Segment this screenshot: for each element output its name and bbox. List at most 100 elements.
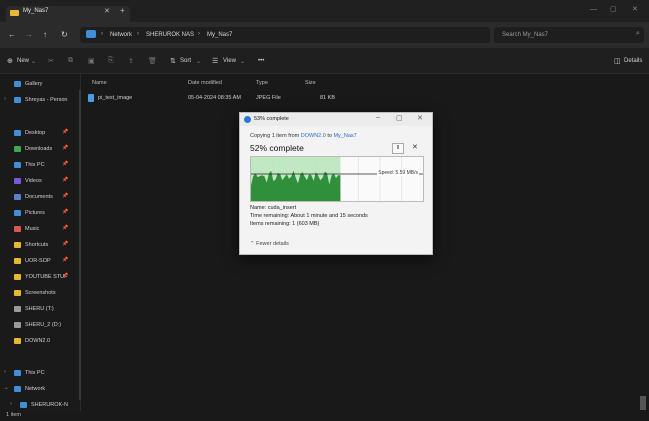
sidebar-item[interactable]: YOUTUBE STUF 📌 (0, 271, 80, 285)
download-icon (14, 146, 21, 152)
dropdown-icon[interactable]: ⌄ (196, 58, 201, 65)
network-icon (86, 30, 96, 38)
music-icon (14, 226, 21, 232)
paste-icon[interactable]: ▣ (88, 57, 95, 65)
sidebar-item[interactable]: Videos 📌 (0, 175, 80, 189)
breadcrumb-network[interactable]: Network (110, 32, 132, 38)
pin-icon: 📌 (62, 161, 69, 167)
table-row[interactable]: pi_test_image 05-04-2024 08:35 AM JPEG F… (82, 93, 642, 105)
sidebar-item[interactable]: Music 📌 (0, 223, 80, 237)
items-remaining: Items remaining: 1 (603 MB) (250, 221, 320, 227)
sidebar-item-label: SHERU_2 (D:) (25, 322, 62, 328)
folder-icon (14, 338, 21, 344)
pause-button[interactable]: II (392, 143, 404, 154)
share-icon[interactable]: ⇪ (128, 57, 134, 65)
more-options-button[interactable]: ••• (258, 58, 264, 64)
expand-chevron-icon[interactable]: ⌄ (4, 385, 9, 391)
maximize-icon[interactable]: ▢ (396, 114, 403, 122)
expand-chevron-icon[interactable]: › (4, 369, 6, 375)
view-button[interactable]: View (223, 58, 236, 64)
copy-icon (244, 116, 251, 123)
column-header-size[interactable]: Size (305, 80, 316, 86)
video-icon (14, 178, 21, 184)
close-tab-icon[interactable]: ✕ (104, 7, 110, 15)
sidebar-item[interactable]: Screenshots (0, 287, 80, 301)
pin-icon: 📌 (62, 241, 69, 247)
view-icon[interactable]: ☰ (212, 57, 218, 65)
details-pane-icon[interactable]: ◫ (614, 57, 621, 65)
sidebar-item-label: Videos (25, 178, 42, 184)
sidebar-item[interactable]: SHERU (T:) (0, 303, 80, 317)
pin-icon: 📌 (62, 193, 69, 199)
command-bar (0, 49, 649, 74)
minimize-icon[interactable]: – (376, 114, 380, 121)
transfer-speed-graph: Speed: 5.59 MB/s (250, 156, 424, 202)
source-link[interactable]: DOWN2.0 (301, 133, 326, 139)
new-tab-icon[interactable]: + (120, 6, 125, 15)
column-header-date[interactable]: Date modified (188, 80, 222, 86)
sidebar-item[interactable]: This PC 📌 (0, 159, 80, 173)
file-name: pi_test_image (98, 95, 133, 101)
sidebar-item[interactable]: Documents 📌 (0, 191, 80, 205)
close-icon[interactable]: ✕ (417, 114, 423, 122)
folder-icon (14, 242, 21, 248)
sidebar-item[interactable]: Downloads 📌 (0, 143, 80, 157)
pin-icon: 📌 (62, 177, 69, 183)
gallery-icon (14, 81, 21, 87)
folder-icon (14, 290, 21, 296)
minimize-icon[interactable]: — (590, 6, 597, 13)
pc-icon (14, 162, 21, 168)
sidebar-item-label: Gallery (25, 81, 43, 87)
maximize-icon[interactable]: ▢ (610, 5, 617, 13)
cancel-icon[interactable]: ✕ (412, 143, 418, 151)
scrollbar-thumb[interactable] (640, 396, 646, 410)
cloud-icon (14, 97, 21, 103)
dropdown-icon[interactable]: ⌄ (240, 58, 245, 65)
fewer-details-label: Fewer details (256, 241, 289, 247)
expand-chevron-icon[interactable]: › (4, 96, 6, 102)
sidebar-item-label: UOR-SOP (25, 258, 51, 264)
destination-link[interactable]: My_Nas7 (333, 133, 356, 139)
sidebar-item[interactable]: SHERU_2 (D:) (0, 319, 80, 333)
breadcrumb-nas[interactable]: SHERUROK NAS (146, 32, 194, 38)
sidebar-item[interactable]: Gallery (0, 78, 80, 92)
sidebar-scrollbar[interactable] (79, 90, 81, 400)
expand-chevron-icon[interactable]: › (10, 401, 12, 407)
sidebar-item[interactable]: Pictures 📌 (0, 207, 80, 221)
column-header-type[interactable]: Type (256, 80, 268, 86)
sidebar-item-label: Network (25, 386, 46, 392)
sidebar-item[interactable]: DOWN2.0 (0, 335, 80, 349)
column-header-name[interactable]: Name (92, 80, 107, 86)
dialog-title-bar: 53% complete – ▢ ✕ (240, 113, 432, 126)
status-bar (0, 411, 649, 421)
details-button[interactable]: Details (624, 58, 642, 64)
sidebar-item[interactable]: Network ⌄ (0, 383, 80, 397)
file-type: JPEG File (256, 95, 281, 101)
sidebar-item[interactable]: This PC › (0, 367, 80, 381)
documents-icon (14, 194, 21, 200)
chevron-up-icon: ⌃ (250, 241, 255, 247)
sidebar-item-label: Desktop (25, 130, 46, 136)
fewer-details-button[interactable]: ⌃ Fewer details (250, 241, 289, 247)
copy-progress-dialog: 53% complete – ▢ ✕ Copying 1 item from D… (239, 112, 433, 255)
sort-icon[interactable]: ⇅ (170, 57, 176, 65)
sidebar-item[interactable]: Shortcuts 📌 (0, 239, 80, 253)
rename-icon[interactable]: ⎘ (108, 57, 114, 65)
image-file-icon (88, 94, 94, 102)
drive-icon (14, 306, 21, 312)
sidebar-item-label: This PC (25, 370, 45, 376)
sort-button[interactable]: Sort (180, 58, 191, 64)
desktop-icon (14, 130, 21, 136)
pin-icon: 📌 (62, 257, 69, 263)
search-icon[interactable]: ⌕ (636, 30, 640, 38)
delete-icon[interactable]: 🗑 (148, 57, 157, 65)
sidebar-item-label: Pictures (25, 210, 45, 216)
sidebar-item-label: Documents (25, 194, 53, 200)
sidebar-item[interactable]: Shreyas - Person › (0, 94, 80, 108)
address-bar[interactable] (80, 27, 490, 43)
sidebar-item[interactable]: UOR-SOP 📌 (0, 255, 80, 269)
breadcrumb-my-nas[interactable]: My_Nas7 (207, 32, 232, 38)
chevron-right-icon: › (137, 31, 139, 37)
window-close-icon[interactable]: ✕ (632, 5, 638, 13)
sidebar-item[interactable]: Desktop 📌 (0, 127, 80, 141)
